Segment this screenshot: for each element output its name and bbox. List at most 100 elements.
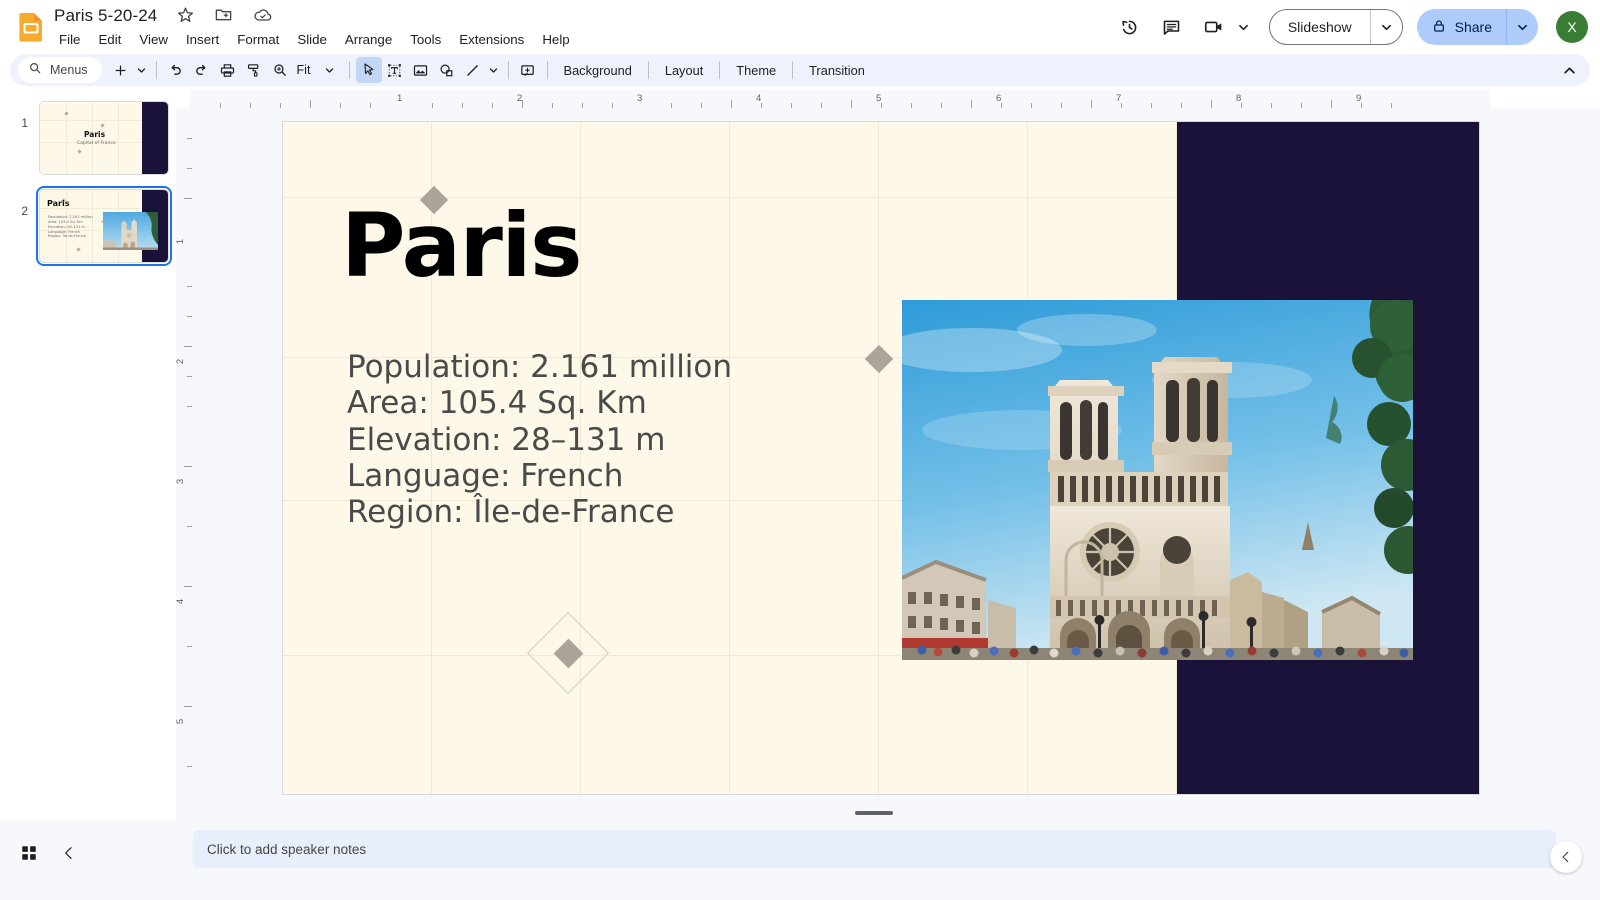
slideshow-group: Slideshow [1268,9,1403,45]
vruler-label-4: 4 [175,598,187,605]
line-chevron-down-icon[interactable] [486,57,502,83]
canvas-area[interactable]: Paris Population: 2.161 million Area: 10… [192,108,1600,820]
collapse-filmstrip-chevron-left-icon[interactable] [58,842,80,864]
cloud-saved-icon[interactable] [253,5,273,25]
insert-image-button[interactable] [408,57,434,83]
transition-button[interactable]: Transition [799,59,875,82]
slideshow-button[interactable]: Slideshow [1270,10,1370,44]
theme-button[interactable]: Theme [726,59,786,82]
ruler-label-9: 9 [1356,93,1362,104]
grid-view-icon[interactable] [18,842,40,864]
share-button[interactable]: Share [1417,9,1506,45]
menu-slide[interactable]: Slide [288,28,336,52]
zoom-button[interactable] [267,57,293,83]
toolbar-divider-5 [647,61,649,79]
vruler-label-2: 2 [175,358,187,365]
background-button[interactable]: Background [554,59,642,82]
notes-collapse-chevron-left-icon[interactable] [1550,841,1582,873]
lock-icon [1431,18,1447,37]
ruler-label-3: 3 [637,93,643,104]
text-box-button[interactable] [382,57,408,83]
top-right-actions: Slideshow Share X [1111,8,1588,46]
slide-thumbnail[interactable]: Paris Population: 2.161 million Area: 10… [40,190,168,262]
decorative-diamond-2 [864,344,894,374]
menu-bar: File Edit View Insert Format Slide Arran… [50,28,579,52]
menu-insert[interactable]: Insert [177,28,228,52]
toolbar-divider-4 [546,61,548,79]
slide-filmstrip: 1 Paris Capital of France 2 Paris Popula… [0,90,180,820]
toolbar-collapse-chevron-up-icon[interactable] [1556,57,1582,83]
thumb-photo [103,212,158,250]
thumb-title: Paris [84,130,106,139]
menu-edit[interactable]: Edit [89,28,130,52]
paint-format-button[interactable] [241,57,267,83]
slide-body-text[interactable]: Population: 2.161 million Area: 105.4 Sq… [347,349,732,530]
thumb-wrap-1: Paris Capital of France [36,98,172,178]
slides-logo-icon[interactable] [17,12,45,42]
slideshow-chevron-down-icon[interactable] [1369,10,1402,44]
meet-group [1195,8,1255,46]
notes-resize-handle[interactable] [855,811,893,815]
zoom-level-value[interactable]: Fit [293,63,319,77]
version-history-icon[interactable] [1111,8,1149,46]
avatar[interactable]: X [1556,11,1588,43]
menu-tools[interactable]: Tools [401,28,450,52]
print-button[interactable] [215,57,241,83]
ruler-label-8: 8 [1236,93,1242,104]
horizontal-ruler[interactable]: 1 2 3 4 5 6 7 8 9 [190,90,1490,108]
search-icon [28,61,42,80]
slide-number: 2 [21,204,28,218]
filmstrip-slide-2[interactable]: 2 Paris Population: 2.161 million Area: … [0,178,180,266]
menus-label: Menus [50,63,88,77]
notre-dame-cathedral-photo[interactable] [902,300,1413,660]
toolbar-divider-3 [507,61,509,79]
comment-icon[interactable] [1153,8,1191,46]
filmstrip-slide-1[interactable]: 1 Paris Capital of France [0,90,180,178]
undo-button[interactable] [163,57,189,83]
zoom-chevron-down-icon[interactable] [319,57,341,83]
menu-format[interactable]: Format [228,28,288,52]
toolbar: Menus Fit Background Layout Theme Transi… [10,54,1590,86]
move-to-folder-icon[interactable] [214,5,234,25]
new-slide-chevron-down-icon[interactable] [134,57,150,83]
redo-button[interactable] [189,57,215,83]
star-icon[interactable] [176,5,196,25]
menu-view[interactable]: View [130,28,177,52]
ruler-label-5: 5 [876,93,882,104]
thumb-title: Paris [47,199,70,208]
menu-extensions[interactable]: Extensions [450,28,533,52]
vruler-label-1: 1 [175,238,187,245]
toolbar-divider-7 [792,61,794,79]
thumb-subtitle: Capital of France [77,141,116,146]
thumb-dark-panel [142,102,168,174]
toolbar-divider-2 [348,61,350,79]
slide-canvas[interactable]: Paris Population: 2.161 million Area: 10… [283,122,1479,794]
menus-search-button[interactable]: Menus [18,57,102,83]
line-button[interactable] [460,57,486,83]
ruler-label-1: 1 [397,93,403,104]
add-comment-button[interactable] [515,57,541,83]
document-meta: Paris 5-20-24 [54,5,273,27]
new-slide-button[interactable] [108,57,134,83]
layout-button[interactable]: Layout [655,59,713,82]
ruler-label-7: 7 [1116,93,1122,104]
share-chevron-down-icon[interactable] [1506,9,1538,45]
menu-help[interactable]: Help [533,28,578,52]
vertical-ruler[interactable]: 1 2 3 4 5 [175,108,192,820]
menu-file[interactable]: File [50,28,89,52]
select-tool-button[interactable] [355,57,382,83]
ruler-label-4: 4 [756,93,762,104]
ruler-label-6: 6 [996,93,1002,104]
meet-chevron-down-icon[interactable] [1233,8,1255,46]
share-group: Share [1416,9,1538,45]
document-title[interactable]: Paris 5-20-24 [54,5,157,27]
shape-button[interactable] [434,57,460,83]
thumb-wrap-2: Paris Population: 2.161 million Area: 10… [36,186,172,266]
slide-thumbnail[interactable]: Paris Capital of France [40,102,168,174]
menu-arrange[interactable]: Arrange [336,28,401,52]
vruler-label-3: 3 [175,478,187,485]
speaker-notes-panel[interactable]: Click to add speaker notes [193,830,1556,868]
meet-camera-icon[interactable] [1195,8,1233,46]
slide-title[interactable]: Paris [341,199,582,292]
toolbar-divider [155,61,157,79]
